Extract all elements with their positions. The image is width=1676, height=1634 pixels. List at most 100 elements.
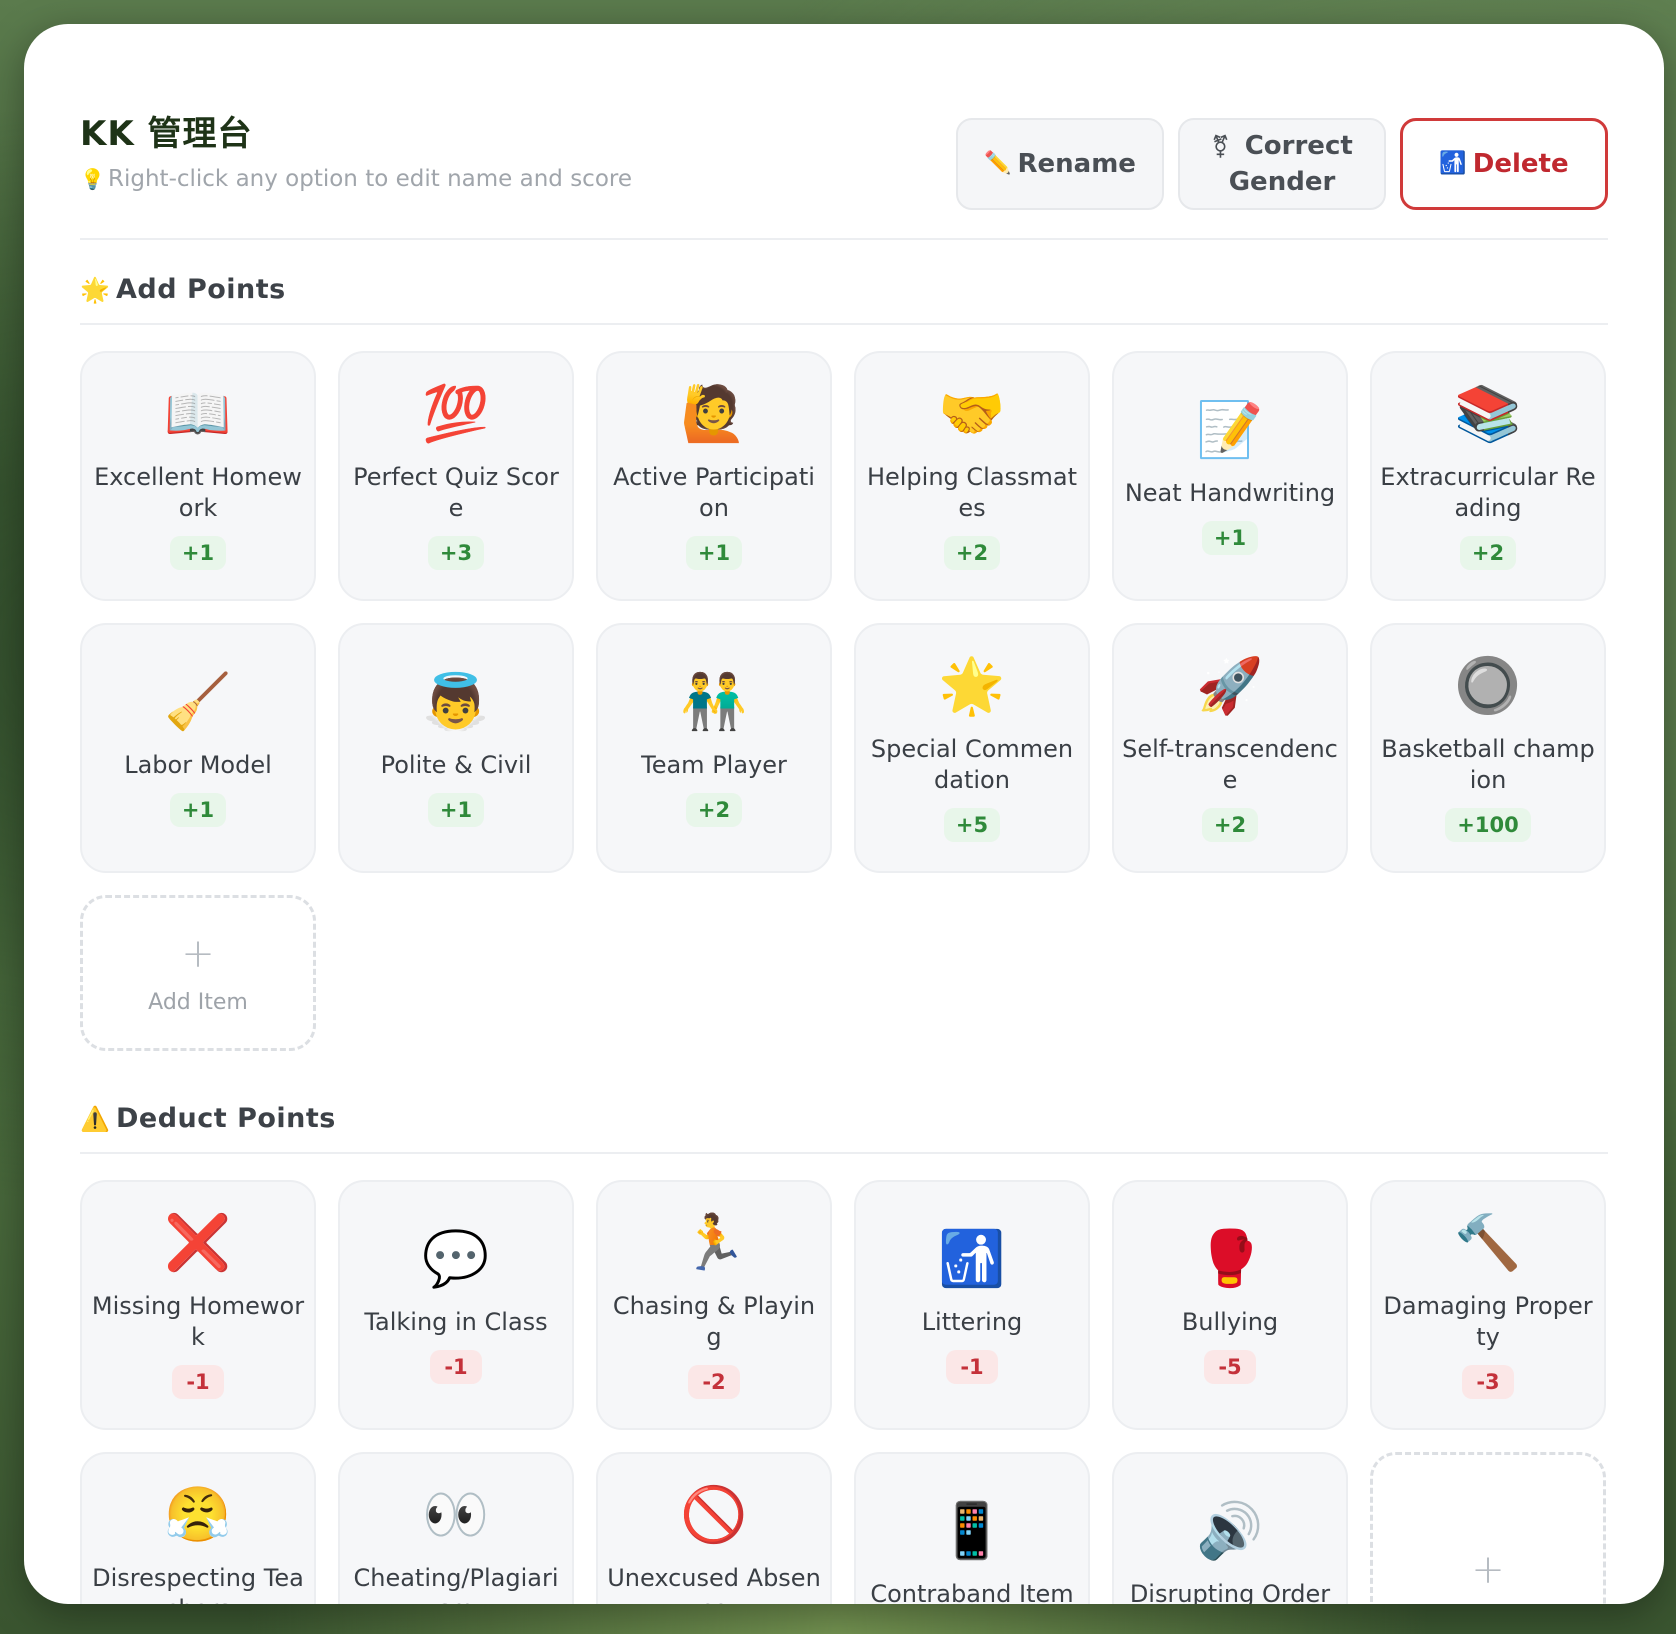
option-label: Special Commendation [870, 735, 1074, 794]
panel-content: KK 管理台 💡 Right-click any option to edit … [80, 24, 1608, 1604]
score-badge: +5 [943, 808, 1001, 842]
pencil-icon: ✏️ [984, 151, 1012, 176]
option-card[interactable]: 📚 Extracurricular Reading +2 [1370, 351, 1606, 601]
lightbulb-icon: 💡 [80, 167, 105, 191]
option-card[interactable]: 🙋 Active Participation +1 [596, 351, 832, 601]
option-emoji-icon: 🏃 [680, 1211, 748, 1274]
rename-button[interactable]: ✏️ Rename [956, 118, 1164, 210]
option-emoji-icon: 😤 [164, 1483, 232, 1546]
option-card[interactable]: 🚫Unexcused Absence-3 [596, 1452, 832, 1604]
option-card[interactable]: 🏃 Chasing & Playing -2 [596, 1180, 832, 1430]
option-card[interactable]: 💬 Talking in Class -1 [338, 1180, 574, 1430]
panel-header: KK 管理台 💡 Right-click any option to edit … [80, 24, 1608, 240]
option-card[interactable]: 📱Contraband Item-2 [854, 1452, 1090, 1604]
option-label: Perfect Quiz Score [353, 463, 559, 522]
option-label: Chasing & Playing [612, 1292, 816, 1351]
score-badge: +1 [685, 536, 743, 570]
option-card[interactable]: 📖 Excellent Homework +1 [80, 351, 316, 601]
score-badge: -5 [1204, 1349, 1256, 1384]
option-label: Unexcused Absence [607, 1564, 821, 1604]
score-badge: +100 [1445, 808, 1531, 842]
score-badge: -1 [946, 1349, 998, 1384]
option-emoji-icon: 📱 [938, 1498, 1006, 1562]
option-label: Polite & Civil [380, 750, 532, 779]
score-badge: -3 [1462, 1365, 1514, 1399]
option-label: Active Participation [613, 463, 815, 522]
option-emoji-icon: 🚀 [1196, 654, 1264, 717]
option-label: Disrespecting Teachers [92, 1564, 304, 1604]
deduct-points-heading: ⚠️ Deduct Points [80, 1103, 1608, 1154]
option-label: Damaging Property [1383, 1292, 1593, 1351]
option-card[interactable]: 🧹 Labor Model +1 [80, 623, 316, 873]
option-label: Neat Handwriting [1124, 478, 1336, 507]
option-card[interactable]: 📝 Neat Handwriting +1 [1112, 351, 1348, 601]
option-card[interactable]: 🔊Disrupting Order-2 [1112, 1452, 1348, 1604]
option-emoji-icon: 👬 [680, 669, 748, 733]
option-label: Team Player [641, 750, 787, 779]
score-badge: +1 [169, 536, 227, 570]
option-card[interactable]: 🤝 Helping Classmates +2 [854, 351, 1090, 601]
score-badge: +1 [1201, 520, 1259, 555]
option-label: Littering [921, 1307, 1023, 1336]
option-card[interactable]: ❌ Missing Homework -1 [80, 1180, 316, 1430]
option-card[interactable]: 🚀 Self-transcendence +2 [1112, 623, 1348, 873]
delete-button[interactable]: 🚮 Delete [1400, 118, 1608, 210]
gender-icon: ⚧ [1211, 135, 1230, 160]
option-emoji-icon: 🧹 [164, 669, 232, 733]
option-label: Excellent Homework [94, 463, 302, 522]
option-emoji-icon: 📝 [1196, 397, 1264, 461]
correct-gender-label: Correct Gender [1228, 131, 1353, 197]
option-emoji-icon: 💯 [422, 382, 490, 445]
option-label: Extracurricular Reading [1380, 463, 1596, 522]
correct-gender-button[interactable]: ⚧ Correct Gender [1178, 118, 1386, 210]
score-badge: +2 [1459, 536, 1517, 570]
page-title: KK 管理台 [80, 114, 253, 154]
option-card[interactable]: 😤Disrespecting Teachers-2 [80, 1452, 316, 1604]
score-badge: +1 [169, 792, 227, 827]
option-label: Self-transcendence [1122, 735, 1338, 794]
option-label: Talking in Class [364, 1307, 548, 1336]
option-emoji-icon: 🌟 [938, 654, 1006, 717]
option-label: Contraband Item [870, 1579, 1074, 1605]
star-icon: 🌟 [80, 275, 111, 304]
deduct-points-grid: ❌ Missing Homework -1 💬 Talking in Class -1 🏃 C… [80, 1180, 1608, 1604]
option-card[interactable]: 👀Cheating/Plagiarism-5 [338, 1452, 574, 1604]
option-card[interactable]: 💯 Perfect Quiz Score +3 [338, 351, 574, 601]
warning-icon: ⚠️ [80, 1104, 111, 1133]
add-points-title: Add Points [116, 274, 286, 305]
delete-label: Delete [1472, 149, 1569, 179]
add-item-button[interactable]: + [1370, 1452, 1606, 1604]
option-card[interactable]: 👼 Polite & Civil +1 [338, 623, 574, 873]
option-emoji-icon: 📚 [1454, 382, 1522, 445]
score-badge: -2 [688, 1365, 740, 1399]
option-emoji-icon: 📖 [164, 382, 232, 445]
add-item-button[interactable]: + Add Item [80, 895, 316, 1051]
option-card[interactable]: 🥊 Bullying -5 [1112, 1180, 1348, 1430]
option-label: Bullying [1181, 1307, 1279, 1336]
option-emoji-icon: 🤝 [938, 382, 1006, 445]
score-badge: +2 [943, 536, 1001, 570]
option-label: Missing Homework [91, 1292, 305, 1351]
option-card[interactable]: 👬 Team Player +2 [596, 623, 832, 873]
score-options-panel: KK 管理台 💡 Right-click any option to edit … [24, 24, 1664, 1604]
option-emoji-icon: 💬 [422, 1226, 490, 1290]
score-badge: -1 [430, 1349, 482, 1384]
option-label: Helping Classmates [866, 463, 1078, 522]
option-label: Labor Model [124, 750, 272, 779]
option-card[interactable]: 🚮 Littering -1 [854, 1180, 1090, 1430]
option-label: Disrupting Order [1129, 1579, 1331, 1605]
option-label: Basketball champion [1381, 735, 1595, 794]
option-emoji-icon: 🚫 [680, 1483, 748, 1546]
option-card[interactable]: 🌟 Special Commendation +5 [854, 623, 1090, 873]
score-badge: +3 [427, 536, 485, 570]
option-label: Cheating/Plagiarism [353, 1564, 559, 1604]
score-badge: +1 [427, 792, 485, 827]
score-badge: +2 [685, 792, 743, 827]
plus-icon: + [1471, 1547, 1505, 1593]
option-emoji-icon: 🥊 [1196, 1226, 1264, 1290]
option-emoji-icon: 🔊 [1196, 1498, 1264, 1562]
option-card[interactable]: 🔨 Damaging Property -3 [1370, 1180, 1606, 1430]
hint-label: Right-click any option to edit name and … [108, 166, 632, 192]
option-card[interactable]: 🔘 Basketball champion +100 [1370, 623, 1606, 873]
option-emoji-icon: 👼 [422, 669, 490, 733]
